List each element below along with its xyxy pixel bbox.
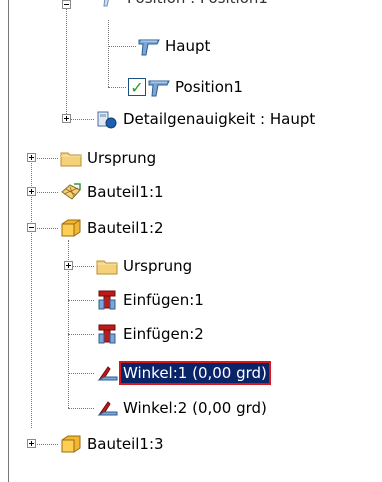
tree-node-label: Winkel:2 (0,00 grd) xyxy=(123,399,267,417)
tree-node-label: Detailgenauigkeit : Haupt xyxy=(123,110,316,128)
tree-node-label: Bauteil1:2 xyxy=(87,219,164,237)
tree-node-label: Bauteil1:3 xyxy=(87,435,164,453)
part-box-icon xyxy=(60,434,82,454)
tree-node-position1[interactable]: ✓ Position1 xyxy=(128,76,245,98)
tree-line xyxy=(68,334,94,335)
panel-border xyxy=(8,0,9,482)
part-box-icon xyxy=(60,218,82,238)
view-rep-icon xyxy=(138,36,160,56)
tree-node-label: Position1 xyxy=(175,78,243,96)
tree-node-haupt[interactable]: Haupt xyxy=(138,35,212,57)
expand-toggle[interactable] xyxy=(27,187,36,196)
expand-toggle[interactable] xyxy=(27,439,36,448)
expand-toggle[interactable] xyxy=(27,153,36,162)
collapse-toggle[interactable] xyxy=(62,0,71,9)
insert-constraint-icon xyxy=(96,290,118,310)
level-of-detail-icon xyxy=(96,109,118,129)
tree-node-einfuegen-2[interactable]: Einfügen:2 xyxy=(96,323,206,345)
tree-line xyxy=(68,300,94,301)
view-rep-icon xyxy=(148,77,170,97)
expand-toggle[interactable] xyxy=(62,114,71,123)
insert-constraint-icon xyxy=(96,324,118,344)
tree-node-bauteil1-2[interactable]: Bauteil1:2 xyxy=(60,217,166,239)
tree-node-detailgenauigkeit[interactable]: Detailgenauigkeit : Haupt xyxy=(96,108,317,130)
tree-line xyxy=(108,20,109,87)
tree-node-label: Einfügen:1 xyxy=(123,291,204,309)
collapse-toggle[interactable] xyxy=(27,223,36,232)
tree-node-winkel-1[interactable]: Winkel:1 (0,00 grd) xyxy=(96,361,271,385)
tree-node-label-selected: Winkel:1 (0,00 grd) xyxy=(119,361,271,385)
angle-constraint-icon xyxy=(96,363,118,383)
tree-node-bauteil1-3[interactable]: Bauteil1:3 xyxy=(60,433,166,455)
tree-node-label: Bauteil1:1 xyxy=(87,183,164,201)
expand-toggle[interactable] xyxy=(64,261,73,270)
tree-node-label: Einfügen:2 xyxy=(123,325,204,343)
browser-tree: Position : Position1 Haupt ✓ Position1 D… xyxy=(0,0,382,482)
tree-node-label: Ursprung xyxy=(87,149,157,167)
view-rep-icon xyxy=(100,0,122,8)
tree-node-ursprung[interactable]: Ursprung xyxy=(60,147,158,169)
folder-icon xyxy=(96,256,118,276)
tree-line xyxy=(68,373,94,374)
tree-line xyxy=(66,0,67,118)
tree-node-position[interactable]: Position : Position1 xyxy=(100,0,270,9)
folder-icon xyxy=(60,148,82,168)
tree-line xyxy=(31,158,32,428)
tree-node-einfuegen-1[interactable]: Einfügen:1 xyxy=(96,289,206,311)
tree-node-label: Position : Position1 xyxy=(125,0,270,8)
tree-node-label: Haupt xyxy=(165,37,211,55)
angle-constraint-icon xyxy=(96,398,118,418)
active-checkbox[interactable]: ✓ xyxy=(128,78,146,97)
tree-node-label: Ursprung xyxy=(123,257,193,275)
tree-node-bauteil1-1[interactable]: Bauteil1:1 xyxy=(60,181,166,203)
part-grid-icon xyxy=(60,182,82,202)
tree-line xyxy=(108,46,136,47)
tree-line xyxy=(108,87,126,88)
tree-node-ursprung[interactable]: Ursprung xyxy=(96,255,194,277)
tree-line xyxy=(68,408,94,409)
tree-node-winkel-2[interactable]: Winkel:2 (0,00 grd) xyxy=(96,397,269,419)
